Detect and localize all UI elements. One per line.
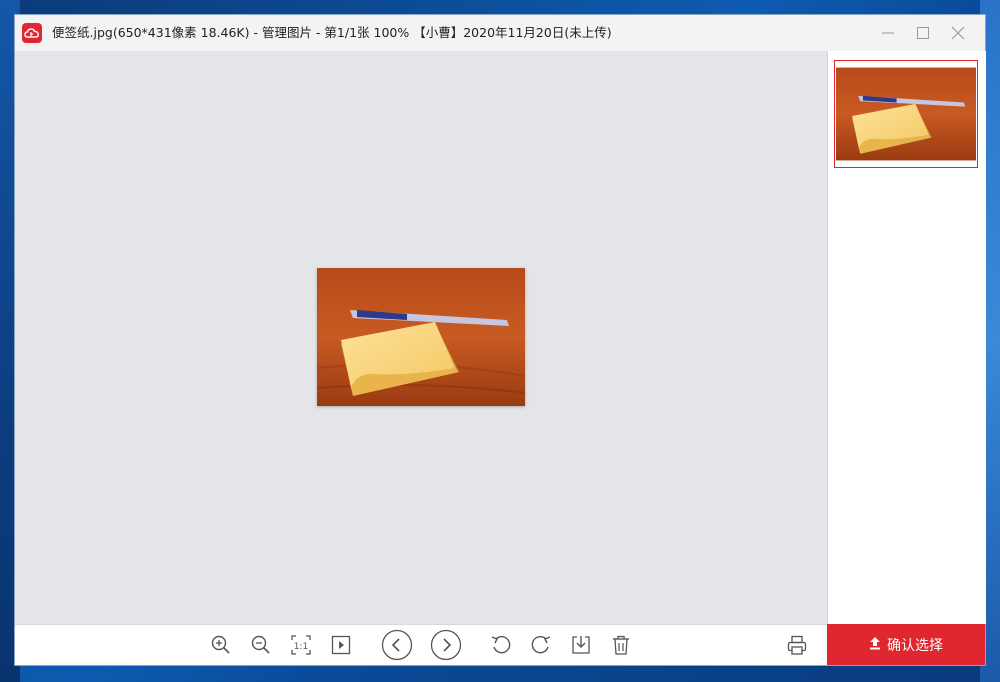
close-icon[interactable] (948, 23, 968, 43)
slideshow-icon[interactable] (329, 633, 353, 657)
confirm-select-label: 确认选择 (887, 637, 943, 654)
save-download-icon[interactable] (569, 633, 593, 657)
rotate-left-icon[interactable] (489, 633, 513, 657)
title-bar[interactable]: 便签纸.jpg(650*431像素 18.46K) - 管理图片 - 第1/1张… (15, 15, 985, 52)
cloud-logo-icon (22, 23, 42, 43)
rotate-right-icon[interactable] (529, 633, 553, 657)
previous-icon[interactable] (381, 629, 413, 661)
next-icon[interactable] (430, 629, 462, 661)
preview-image (316, 268, 526, 406)
thumbnail-sidebar (827, 51, 986, 624)
print-icon[interactable] (785, 633, 809, 657)
maximize-icon[interactable] (913, 23, 933, 43)
minimize-icon[interactable] (878, 23, 898, 43)
image-viewer-area[interactable] (15, 51, 827, 624)
actual-size-label: 1:1 (294, 642, 308, 652)
zoom-in-icon[interactable] (209, 633, 233, 657)
window-title: 便签纸.jpg(650*431像素 18.46K) - 管理图片 - 第1/1张… (52, 25, 612, 40)
bottom-toolbar: 1:1 (15, 624, 827, 665)
zoom-out-icon[interactable] (249, 633, 273, 657)
actual-size-icon[interactable]: 1:1 (289, 633, 313, 657)
confirm-select-button[interactable]: 确认选择 (827, 624, 985, 665)
delete-icon[interactable] (609, 633, 633, 657)
upload-arrow-icon (869, 636, 881, 654)
thumbnail-item[interactable] (834, 60, 978, 168)
image-manager-window: 便签纸.jpg(650*431像素 18.46K) - 管理图片 - 第1/1张… (15, 15, 986, 665)
